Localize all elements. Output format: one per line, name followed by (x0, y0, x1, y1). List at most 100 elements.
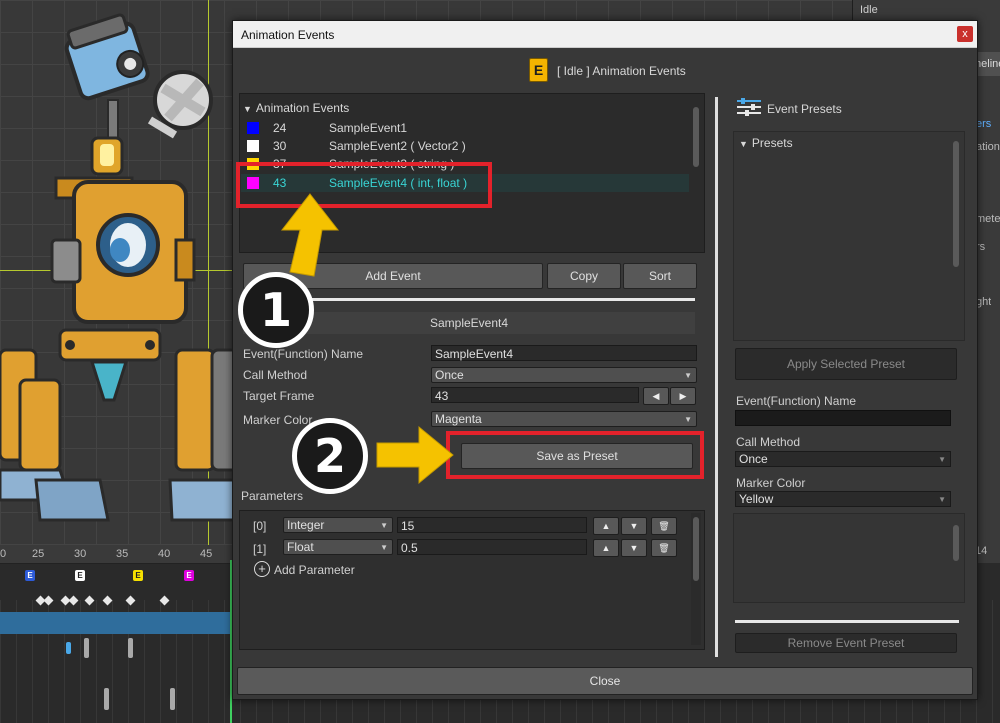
panel-fragment-2: ation (976, 141, 1000, 153)
arrow-up-icon (280, 193, 340, 277)
presets-scrollbar[interactable] (951, 133, 961, 337)
chevron-down-icon: ▼ (938, 455, 946, 464)
call-method-label: Call Method (243, 368, 308, 382)
close-window-icon[interactable]: x (957, 26, 973, 42)
event-list-item[interactable]: 30 SampleEvent2 ( Vector2 ) (241, 137, 689, 155)
dialog-titlebar[interactable]: Animation Events x (233, 21, 977, 48)
step-badge-2: 2 (292, 418, 368, 494)
close-button[interactable]: Close (237, 667, 973, 695)
dialog-header-title: [ Idle ] Animation Events (557, 64, 686, 78)
presets-divider (735, 620, 959, 623)
dialog-title: Animation Events (241, 28, 335, 42)
animator-state-label: Idle (860, 4, 878, 16)
timeline-track-bar[interactable] (0, 612, 240, 634)
param-move-down-button[interactable]: ▼ (621, 539, 647, 557)
param-move-down-button[interactable]: ▼ (621, 517, 647, 535)
target-frame-label: Target Frame (243, 389, 315, 403)
ruler-tick: 40 (158, 548, 171, 560)
param-type-value: Integer (287, 518, 325, 532)
remove-event-preset-button[interactable]: Remove Event Preset (735, 633, 957, 653)
param-type-dropdown[interactable]: Integer ▼ (283, 517, 393, 533)
timeline-ruler[interactable]: 0 25 30 35 40 45 (0, 545, 240, 564)
param-index: [1] (253, 542, 267, 556)
timeline-event-marker[interactable]: E (184, 570, 194, 581)
chevron-down-icon: ▼ (380, 543, 388, 552)
frame-prev-button[interactable]: ◀ (643, 387, 669, 405)
ruler-tick: 0 (0, 548, 7, 560)
animation-events-dialog: Animation Events x E [ Idle ] Animation … (232, 20, 978, 700)
preset-call-method-value: Once (739, 452, 768, 466)
scrollbar-thumb[interactable] (953, 525, 959, 561)
step-badge-1: 1 (238, 272, 314, 348)
event-list-item[interactable]: 24 SampleEvent1 (241, 119, 689, 137)
presets-title: Event Presets (767, 102, 842, 116)
panel-fragment-5: ght (976, 296, 992, 308)
chevron-down-icon: ▼ (380, 521, 388, 530)
add-circle-icon[interactable]: + (254, 561, 270, 577)
events-list-label: Animation Events (255, 101, 350, 115)
target-frame-field[interactable]: 43 (431, 387, 639, 403)
param-move-up-button[interactable]: ▲ (593, 517, 619, 535)
frame-next-button[interactable]: ▶ (670, 387, 696, 405)
preset-marker-color-dropdown[interactable]: Yellow ▼ (735, 491, 951, 507)
copy-button[interactable]: Copy (547, 263, 621, 289)
chevron-down-icon: ▼ (684, 415, 692, 424)
event-name-field[interactable]: SampleEvent4 (431, 345, 697, 361)
ruler-tick: 25 (32, 548, 45, 560)
foldout-triangle-icon[interactable]: ▼ (739, 139, 748, 149)
trash-icon[interactable]: 🗑 (651, 539, 677, 557)
event-frame: 30 (273, 139, 287, 153)
preset-name-label: Event(Function) Name (736, 394, 857, 408)
param-type-dropdown[interactable]: Float ▼ (283, 539, 393, 555)
presets-list-box[interactable] (733, 131, 965, 341)
presets-list-title[interactable]: ▼ Presets (739, 136, 793, 150)
param-move-up-button[interactable]: ▲ (593, 539, 619, 557)
timeline-event-marker[interactable]: E (75, 570, 85, 581)
curve-key-selected[interactable] (66, 642, 71, 654)
scrollbar-thumb[interactable] (693, 107, 699, 167)
trash-icon[interactable]: 🗑 (651, 517, 677, 535)
parameters-title: Parameters (241, 489, 304, 503)
preset-call-method-dropdown[interactable]: Once ▼ (735, 451, 951, 467)
add-parameter-link[interactable]: Add Parameter (274, 563, 355, 577)
timeline-event-marker[interactable]: E (25, 570, 35, 581)
call-method-dropdown[interactable]: Once ▼ (431, 367, 697, 383)
events-list-scrollbar[interactable] (691, 107, 701, 249)
marker-color-dropdown[interactable]: Magenta ▼ (431, 411, 697, 427)
event-color-swatch (247, 122, 259, 134)
parameters-scrollbar[interactable] (691, 513, 701, 645)
scrollbar-thumb[interactable] (953, 141, 959, 267)
ruler-tick: 45 (200, 548, 213, 560)
chevron-down-icon: ▼ (684, 371, 692, 380)
event-frame: 24 (273, 121, 287, 135)
curve-key[interactable] (170, 688, 175, 710)
presets-list-label: Presets (751, 136, 793, 150)
param-index: [0] (253, 519, 267, 533)
curve-key[interactable] (128, 638, 133, 658)
preset-call-method-label: Call Method (736, 435, 801, 449)
events-logo-icon: E (529, 58, 548, 82)
arrow-right-icon (376, 425, 454, 485)
event-name: SampleEvent1 (329, 121, 408, 135)
sliders-icon (737, 98, 761, 116)
preset-marker-color-label: Marker Color (736, 476, 806, 490)
curve-key[interactable] (104, 688, 109, 710)
sort-button[interactable]: Sort (623, 263, 697, 289)
curve-key[interactable] (84, 638, 89, 658)
marker-color-value: Magenta (435, 412, 482, 426)
scrollbar-thumb[interactable] (693, 517, 699, 581)
preset-parameters-scrollbar[interactable] (951, 515, 961, 599)
timeline-event-marker[interactable]: E (133, 570, 143, 581)
param-value-field[interactable]: 0.5 (397, 539, 587, 555)
highlight-save-as-preset (446, 431, 704, 479)
ruler-tick: 30 (74, 548, 87, 560)
event-color-swatch (247, 140, 259, 152)
dialog-header: E [ Idle ] Animation Events (233, 55, 977, 85)
event-name-label: Event(Function) Name (243, 347, 364, 361)
events-list-title[interactable]: ▼ Animation Events (243, 101, 349, 115)
param-value-field[interactable]: 15 (397, 517, 587, 533)
apply-selected-preset-button[interactable]: Apply Selected Preset (735, 348, 957, 380)
ruler-tick: 35 (116, 548, 129, 560)
preset-name-field[interactable] (735, 410, 951, 426)
foldout-triangle-icon[interactable]: ▼ (243, 104, 252, 114)
